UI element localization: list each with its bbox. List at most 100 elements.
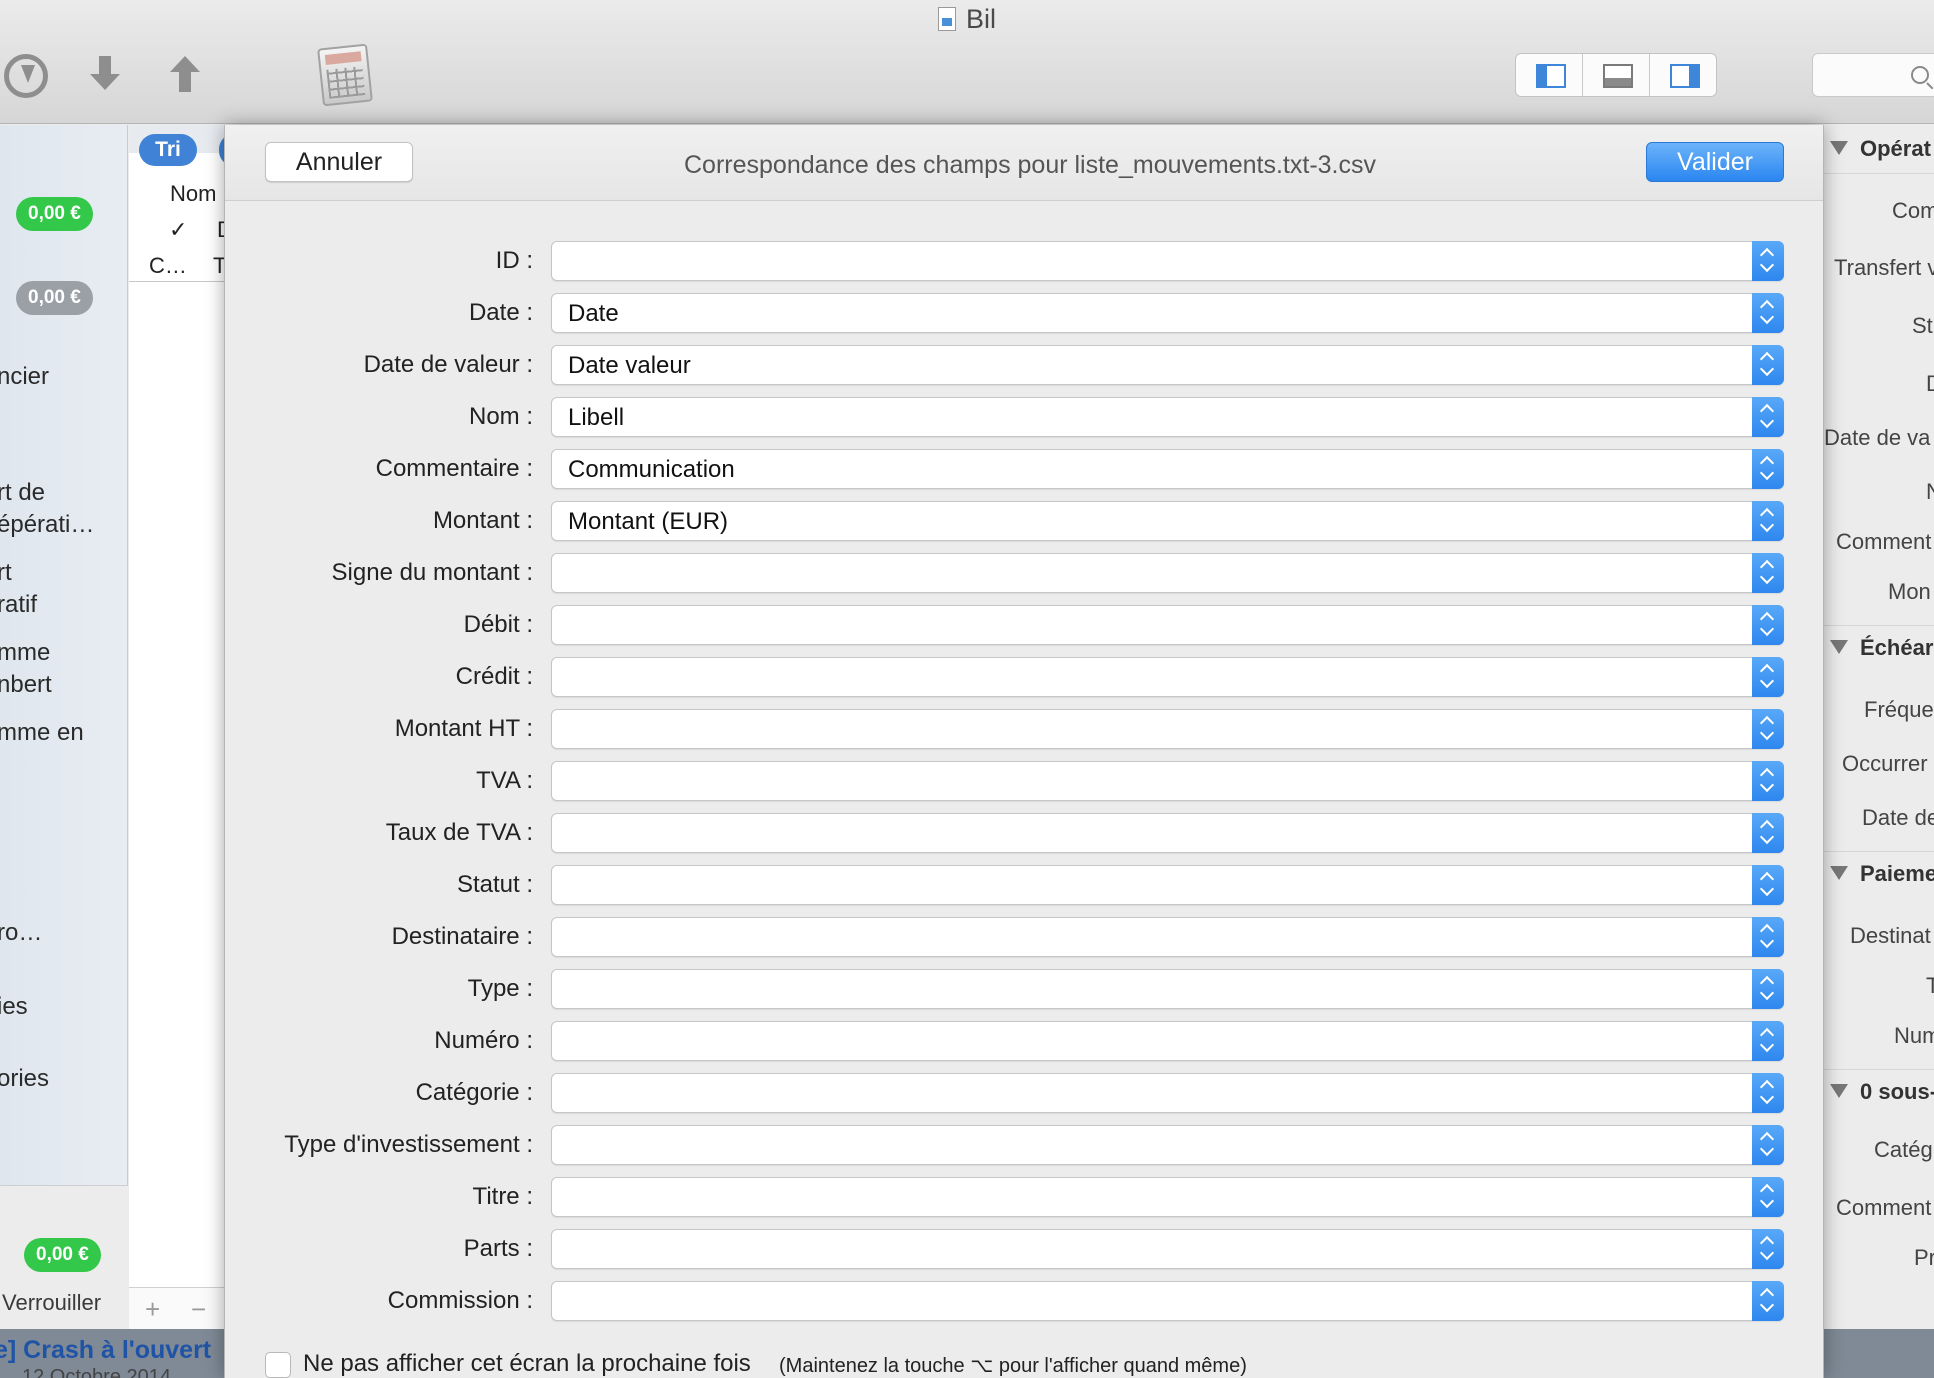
field-mapping-popup[interactable] [551,917,1784,957]
popup-arrows-icon[interactable] [1752,241,1784,281]
field-mapping-popup[interactable] [551,761,1784,801]
import-arrow-icon[interactable] [90,56,120,92]
export-arrow-icon[interactable] [170,56,200,92]
field-mapping-value: Date [568,300,619,327]
dont-show-again-checkbox[interactable] [265,1352,291,1378]
sort-button[interactable]: Tri [139,134,197,166]
field-mapping-popup[interactable] [551,813,1784,853]
popup-arrows-icon[interactable] [1752,449,1784,489]
show-left-panel-button[interactable] [1516,54,1583,96]
inspector-label: D [1926,371,1934,396]
inspector-label: Date de va [1824,425,1931,450]
field-mapping-popup[interactable] [551,241,1784,281]
field-mapping-popup[interactable] [551,657,1784,697]
left-panel-icon [1536,64,1566,88]
inspector-section-payment[interactable]: Paieme [1830,861,1934,887]
inspector-label: Comment [1836,1195,1932,1220]
inspector-label: Pr [1914,1245,1934,1270]
inspector-label: Transfert v [1834,255,1934,280]
field-mapping-popup[interactable] [551,1125,1784,1165]
sidebar-item[interactable]: ncier [0,361,49,393]
sidebar-item[interactable]: mme en [0,717,84,749]
popup-arrows-icon[interactable] [1752,345,1784,385]
field-label: ID : [495,247,533,274]
field-mapping-popup[interactable] [551,1073,1784,1113]
field-mapping-popup[interactable]: Montant (EUR) [551,501,1784,541]
popup-arrows-icon[interactable] [1752,397,1784,437]
sheet-header: Annuler Correspondance des champs pour l… [225,125,1823,201]
sidebar-item[interactable]: mme nbert [0,637,52,701]
popup-arrows-icon[interactable] [1752,865,1784,905]
sidebar-item[interactable]: ies [0,991,28,1023]
popup-arrows-icon[interactable] [1752,501,1784,541]
news-date: 12 Octobre 2014 [22,1366,171,1378]
field-mapping-popup[interactable] [551,553,1784,593]
field-mapping-popup[interactable]: Libell [551,397,1784,437]
popup-arrows-icon[interactable] [1752,605,1784,645]
divider [1824,625,1934,626]
inspector-label: Num [1894,1023,1934,1048]
search-field[interactable] [1812,53,1934,97]
field-mapping-popup[interactable] [551,1021,1784,1061]
list-footer: + − [129,1287,224,1329]
lock-button[interactable]: Verrouiller [2,1290,101,1316]
sidebar: 0,00 € 0,00 € ncier rt de épérati… rt ra… [0,125,128,1329]
inspector-section-schedule[interactable]: Échéar [1830,635,1933,661]
dont-show-again-label[interactable]: Ne pas afficher cet écran la prochaine f… [303,1350,751,1378]
popup-arrows-icon[interactable] [1752,1281,1784,1321]
inspector-label: Catég [1874,1137,1933,1162]
field-mapping-value: Libell [568,404,625,431]
add-button[interactable]: + [145,1294,160,1325]
inspector-label: Mon [1888,579,1931,604]
field-mapping-popup[interactable] [551,1229,1784,1269]
show-right-panel-button[interactable] [1650,54,1716,96]
popup-arrows-icon[interactable] [1752,1177,1784,1217]
field-label: TVA : [476,767,533,794]
sidebar-item[interactable]: rt ratif [0,557,37,621]
field-mapping-popup[interactable] [551,605,1784,645]
popup-arrows-icon[interactable] [1752,761,1784,801]
calculator-icon[interactable] [317,43,373,107]
bottom-panel-icon [1603,64,1633,88]
popup-arrows-icon[interactable] [1752,969,1784,1009]
download-circle-icon[interactable] [4,54,48,98]
popup-arrows-icon[interactable] [1752,1021,1784,1061]
inspector-panel: Opérat Com Transfert v St D Date de va N… [1824,125,1934,1329]
inspector-label: Destinat [1850,923,1931,948]
cancel-button[interactable]: Annuler [265,142,413,182]
remove-button[interactable]: − [191,1294,206,1325]
inspector-section-subops[interactable]: 0 sous- [1830,1079,1934,1105]
inspector-section-operation[interactable]: Opérat [1830,136,1931,162]
field-mapping-popup[interactable] [551,865,1784,905]
sidebar-item[interactable]: ories [0,1063,49,1095]
operations-list: Tri Nom ✓ D C… T + − [129,125,225,1329]
popup-arrows-icon[interactable] [1752,657,1784,697]
popup-arrows-icon[interactable] [1752,1125,1784,1165]
sidebar-item[interactable]: rt de épérati… [0,477,94,541]
view-mode-segmented-control[interactable] [1515,53,1717,97]
sidebar-item[interactable]: ro… [0,917,42,949]
field-label: Catégorie : [415,1079,533,1106]
popup-arrows-icon[interactable] [1752,1229,1784,1269]
field-mapping-popup[interactable]: Date [551,293,1784,333]
popup-arrows-icon[interactable] [1752,917,1784,957]
show-bottom-panel-button[interactable] [1583,54,1650,96]
inspector-label: N [1926,479,1934,504]
field-mapping-popup[interactable] [551,969,1784,1009]
column-header-name[interactable]: Nom [170,181,216,207]
field-mapping-popup[interactable]: Communication [551,449,1784,489]
field-mapping-popup[interactable]: Date valeur [551,345,1784,385]
popup-arrows-icon[interactable] [1752,709,1784,749]
field-mapping-popup[interactable] [551,1177,1784,1217]
field-mapping-popup[interactable] [551,1281,1784,1321]
field-label: Nom : [468,403,533,430]
popup-arrows-icon[interactable] [1752,813,1784,853]
field-label: Débit : [463,611,533,638]
popup-arrows-icon[interactable] [1752,1073,1784,1113]
popup-arrows-icon[interactable] [1752,293,1784,333]
column-header-c[interactable]: C… [149,253,187,279]
field-mapping-popup[interactable] [551,709,1784,749]
confirm-button[interactable]: Valider [1646,142,1784,182]
popup-arrows-icon[interactable] [1752,553,1784,593]
news-link[interactable]: e] Crash à l'ouvert [0,1336,211,1365]
